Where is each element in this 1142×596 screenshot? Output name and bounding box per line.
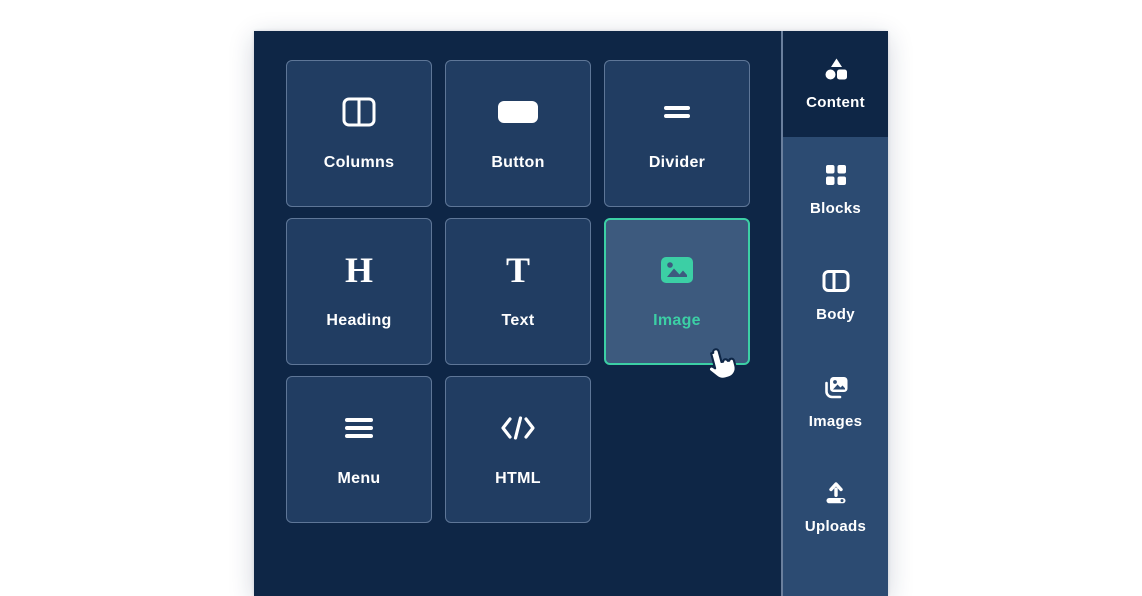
tab-body[interactable]: Body — [783, 243, 888, 349]
text-icon: T — [506, 254, 530, 286]
content-tools-panel: Columns Button Divider H — [254, 31, 781, 596]
heading-icon: H — [345, 254, 373, 286]
tab-images[interactable]: Images — [783, 349, 888, 455]
tile-heading[interactable]: H Heading — [286, 218, 432, 365]
tile-label: Text — [502, 312, 535, 330]
tab-label: Uploads — [805, 518, 866, 535]
tab-uploads[interactable]: Uploads — [783, 455, 888, 561]
tab-label: Body — [816, 306, 855, 323]
tile-label: Image — [653, 312, 701, 330]
tile-label: Button — [491, 154, 544, 172]
tab-content[interactable]: Content — [783, 31, 888, 137]
tile-button[interactable]: Button — [445, 60, 591, 207]
shapes-icon — [823, 57, 849, 86]
tile-label: HTML — [495, 470, 541, 488]
content-tiles-grid: Columns Button Divider H — [286, 60, 781, 523]
upload-icon — [823, 481, 849, 510]
tile-label: Divider — [649, 154, 705, 172]
images-stack-icon — [822, 374, 850, 405]
text-glyph: T — [506, 252, 530, 288]
button-icon — [497, 96, 539, 128]
tab-blocks[interactable]: Blocks — [783, 137, 888, 243]
tile-image[interactable]: Image — [604, 218, 750, 365]
tile-text[interactable]: T Text — [445, 218, 591, 365]
tab-label: Images — [809, 413, 863, 430]
menu-icon — [344, 412, 374, 444]
html-icon — [500, 412, 536, 444]
editor-stage: Columns Button Divider H — [0, 0, 1142, 596]
content-tools-window: Columns Button Divider H — [254, 31, 888, 596]
editor-sidebar: Content Blocks Body Images — [781, 31, 888, 596]
image-icon — [659, 254, 695, 286]
blocks-grid-icon — [824, 163, 848, 192]
columns-icon — [342, 96, 376, 128]
tile-divider[interactable]: Divider — [604, 60, 750, 207]
tile-columns[interactable]: Columns — [286, 60, 432, 207]
tab-label: Blocks — [810, 200, 861, 217]
tile-label: Menu — [338, 470, 381, 488]
tile-label: Heading — [326, 312, 391, 330]
tile-label: Columns — [324, 154, 395, 172]
heading-glyph: H — [345, 252, 373, 288]
tab-label: Content — [806, 94, 865, 111]
tile-menu[interactable]: Menu — [286, 376, 432, 523]
divider-icon — [663, 96, 691, 128]
tile-html[interactable]: HTML — [445, 376, 591, 523]
body-layout-icon — [822, 269, 850, 298]
